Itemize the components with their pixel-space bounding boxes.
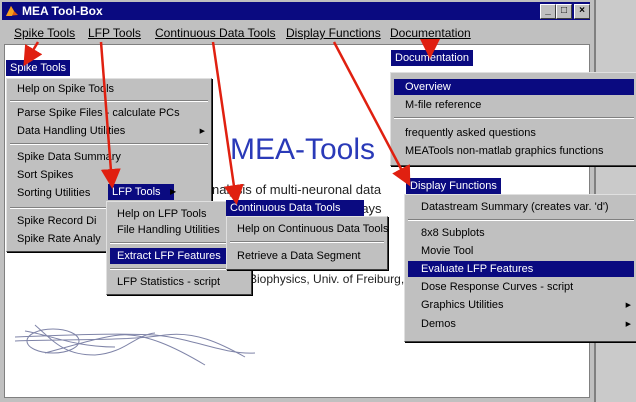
arrow-display-functions <box>332 41 411 187</box>
arrow-continuous-data <box>211 41 244 205</box>
annotation-arrows <box>23 39 440 205</box>
arrow-spike-tools <box>23 41 43 67</box>
arrow-lfp-tools <box>99 41 121 189</box>
